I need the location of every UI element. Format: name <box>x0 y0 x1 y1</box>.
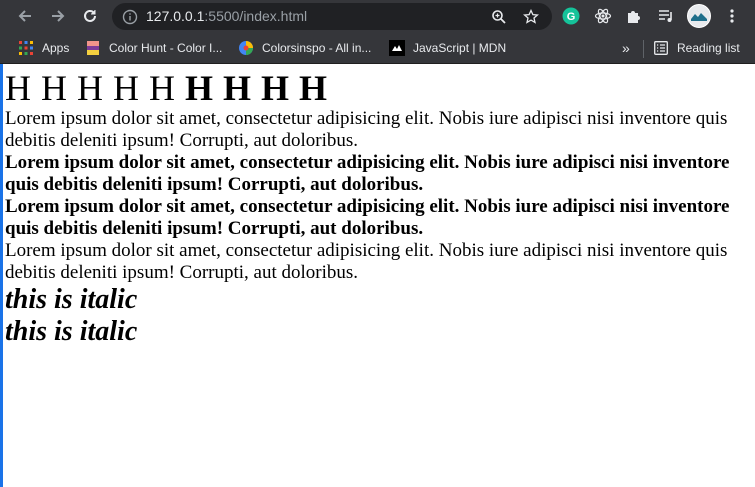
letter-h-bold: H <box>299 68 328 108</box>
back-button[interactable] <box>10 1 40 31</box>
bookmarks-divider <box>643 40 644 58</box>
menu-kebab-icon[interactable] <box>722 6 742 26</box>
bookmark-color-hunt[interactable]: Color Hunt - Color I... <box>85 39 222 57</box>
bookmark-label: Apps <box>42 41 70 55</box>
color-hunt-icon <box>85 40 101 56</box>
bookmark-label: JavaScript | MDN <box>413 41 507 55</box>
paragraph-bold: Lorem ipsum dolor sit amet, consectetur … <box>5 196 730 239</box>
url-host: 127.0.0.1 <box>146 8 205 24</box>
forward-button[interactable] <box>43 1 73 31</box>
reading-list-icon <box>653 40 669 56</box>
profile-avatar-icon[interactable] <box>687 4 711 28</box>
reload-button[interactable] <box>75 1 105 31</box>
bookmark-mdn[interactable]: JavaScript | MDN <box>389 39 506 57</box>
zoom-icon[interactable] <box>490 8 508 26</box>
browser-toolbar: 127.0.0.1:5500/index.html G <box>0 0 755 33</box>
media-playlist-icon[interactable] <box>656 6 676 26</box>
url-path: :5500/index.html <box>204 8 308 24</box>
bookmarks-bar: Apps Color Hunt - Color I... Colorsinspo… <box>0 33 755 64</box>
react-devtools-icon[interactable] <box>593 6 613 26</box>
bookmark-colorsinspo[interactable]: Colorsinspo - All in... <box>238 39 371 57</box>
reload-icon <box>84 9 96 22</box>
arrow-right-icon <box>52 10 65 22</box>
paragraph: Lorem ipsum dolor sit amet, consectetur … <box>5 108 728 151</box>
address-bar[interactable]: 127.0.0.1:5500/index.html <box>112 3 552 30</box>
bookmark-apps[interactable]: Apps <box>18 39 69 57</box>
italic-line: this is italic <box>5 316 138 347</box>
letter-h: H <box>41 68 67 108</box>
letter-h-bold: H <box>261 68 290 108</box>
paragraph: Lorem ipsum dolor sit amet, consectetur … <box>5 240 728 283</box>
bookmark-star-icon[interactable] <box>522 8 540 26</box>
arrow-left-icon <box>18 10 31 22</box>
svg-text:G: G <box>567 11 576 23</box>
letter-h: H <box>77 68 103 108</box>
letter-h-bold: H <box>185 68 214 108</box>
h-letters-row: HHHHHHHHH <box>5 68 750 108</box>
letter-h: H <box>113 68 139 108</box>
letter-h-bold: H <box>223 68 252 108</box>
url-text: 127.0.0.1:5500/index.html <box>146 8 307 24</box>
letter-h: H <box>149 68 175 108</box>
page-content: HHHHHHHHH Lorem ipsum dolor sit amet, co… <box>5 68 750 348</box>
colorsinspo-icon <box>238 40 254 56</box>
grammarly-icon[interactable]: G <box>561 6 581 26</box>
mdn-icon <box>389 40 405 56</box>
overflow-chevron-icon: » <box>622 40 630 56</box>
italic-line: this is italic <box>5 284 138 315</box>
reading-list-label: Reading list <box>677 41 740 55</box>
reading-list-button[interactable]: Reading list <box>653 39 740 57</box>
apps-grid-icon <box>18 40 34 56</box>
paragraph-bold: Lorem ipsum dolor sit amet, consectetur … <box>5 152 730 195</box>
bookmark-label: Colorsinspo - All in... <box>262 41 372 55</box>
site-info-icon[interactable] <box>122 9 138 30</box>
bookmark-label: Color Hunt - Color I... <box>109 41 223 55</box>
viewport-edge <box>0 64 3 487</box>
extensions-puzzle-icon[interactable] <box>624 6 644 26</box>
letter-h: H <box>5 68 31 108</box>
bookmarks-overflow-button[interactable]: » <box>622 39 630 57</box>
